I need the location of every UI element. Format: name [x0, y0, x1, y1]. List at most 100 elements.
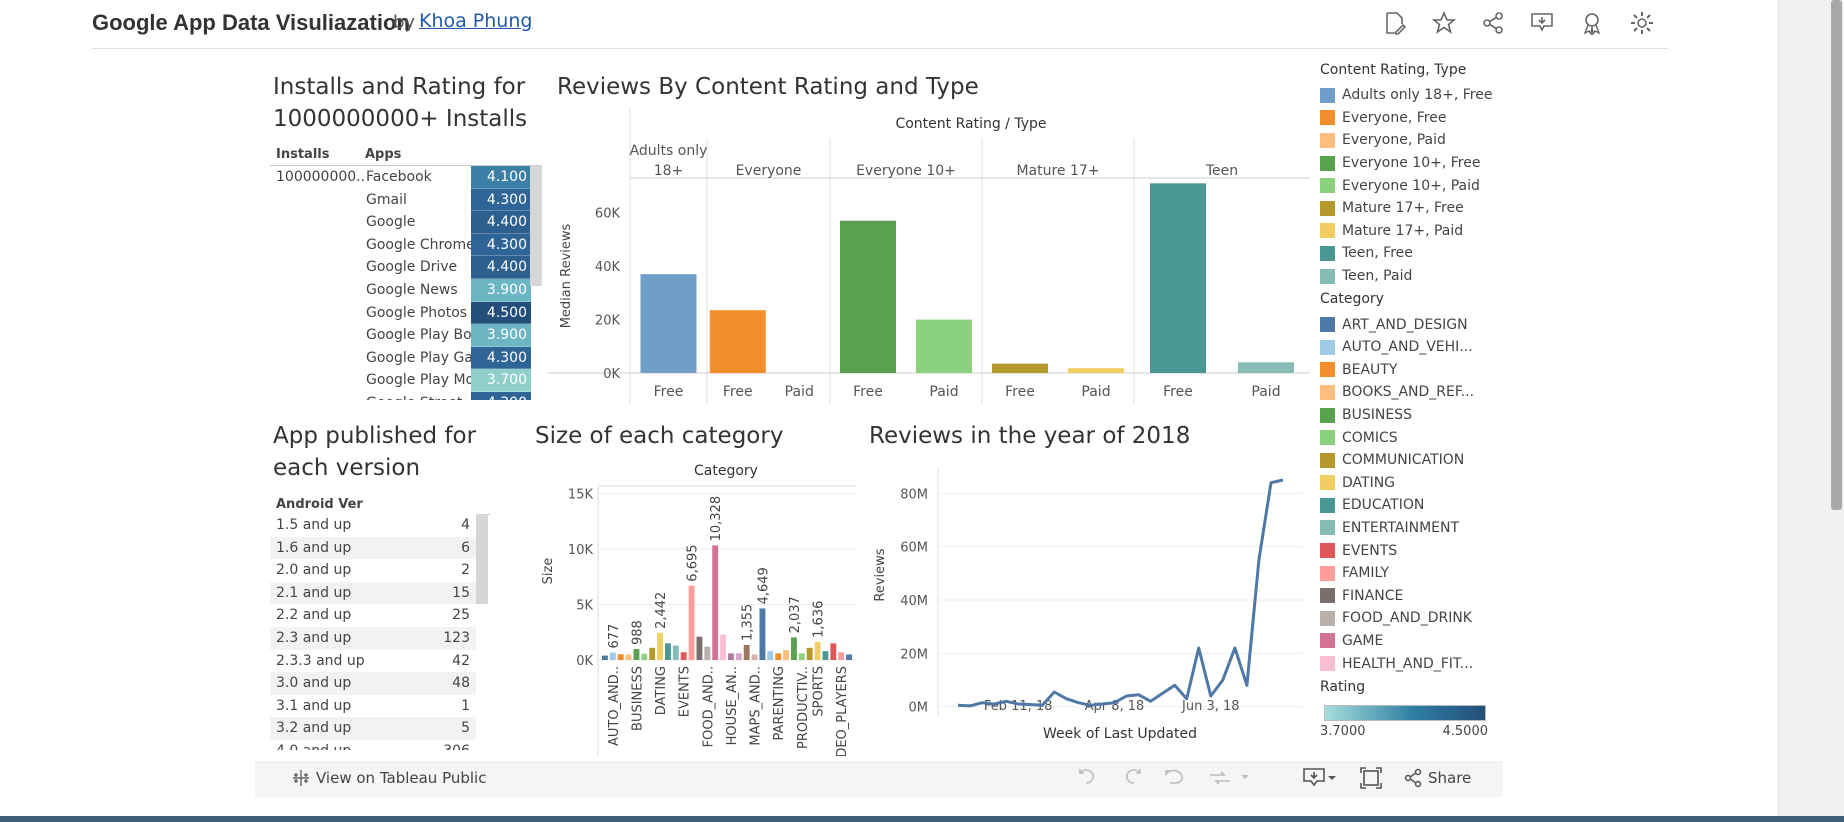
download-dropdown-icon[interactable] — [1327, 773, 1337, 783]
installs-row[interactable]: Gmail 4.300 — [365, 188, 542, 212]
installs-row[interactable]: Google Play Mo..3.700 — [365, 369, 542, 392]
legend-item-category[interactable]: ART_AND_DESIGN — [1320, 313, 1490, 336]
legend-item-content-rating[interactable]: Everyone, Free — [1320, 107, 1490, 130]
legend-item-content-rating[interactable]: Teen, Paid — [1320, 265, 1490, 288]
legend-swatch — [1320, 268, 1335, 284]
installs-table[interactable]: 100000000.. Facebook 4.100 Gmail 4.300 Googl… — [270, 166, 542, 400]
legend-item-category[interactable]: FAMILY — [1320, 562, 1490, 585]
installs-row[interactable]: Google Street..4.300 — [365, 392, 542, 400]
android-count: 1 — [461, 697, 470, 714]
legend-item-category[interactable]: HEALTH_AND_FIT... — [1320, 652, 1490, 675]
legend-panel: Content Rating, Type Adults only 18+, Fr… — [1320, 62, 1492, 739]
legend-item-category[interactable]: COMICS — [1320, 426, 1490, 449]
group-label: Mature 17+ — [1016, 163, 1099, 179]
legend-item-content-rating[interactable]: Mature 17+, Free — [1320, 197, 1490, 220]
android-row[interactable]: 3.1 and up 1 — [270, 694, 476, 718]
legend-swatch — [1320, 362, 1335, 378]
legend-item-content-rating[interactable]: Everyone, Paid — [1320, 129, 1490, 152]
android-row[interactable]: 2.3.3 and up 42 — [270, 649, 476, 673]
android-row[interactable]: 3.2 and up 5 — [270, 717, 476, 740]
rating-cell: 4.300 — [471, 188, 531, 212]
size-chart[interactable]: Category Size 15K 10K 5K 0K 677 AUTO_AND.. 988 BU… — [536, 456, 860, 756]
legend-swatch — [1320, 497, 1335, 513]
undo-icon[interactable] — [1076, 767, 1100, 789]
legend-item-category[interactable]: BEAUTY — [1320, 359, 1490, 382]
bar — [640, 274, 697, 373]
bar — [709, 310, 766, 373]
android-row[interactable]: 2.0 and up 2 — [270, 559, 476, 582]
legend-swatch — [1320, 520, 1335, 536]
scrollbar-thumb[interactable] — [1831, 0, 1842, 510]
download-menu-icon[interactable] — [1302, 767, 1326, 789]
installs-row[interactable]: Google Chrome..4.300 — [365, 233, 542, 257]
app-name: Gmail — [366, 191, 407, 208]
size-bar — [712, 545, 719, 660]
legend-item-category[interactable]: BUSINESS — [1320, 404, 1490, 427]
reviews-line-chart[interactable]: Reviews80M60M40M20M0M Feb 11, 18 Apr 8, 18… — [868, 460, 1308, 750]
android-row[interactable]: 1.6 and up 6 — [270, 536, 476, 560]
redo-icon[interactable] — [1120, 767, 1144, 789]
share-icon[interactable] — [1480, 10, 1506, 36]
fullscreen-icon[interactable] — [1360, 767, 1382, 789]
edit-icon[interactable] — [1382, 10, 1408, 36]
android-row[interactable]: 1.5 and up 4 — [270, 514, 476, 537]
y-tick-label: 20M — [900, 647, 928, 662]
legend-item-content-rating[interactable]: Everyone 10+, Paid — [1320, 174, 1490, 197]
award-icon[interactable] — [1579, 10, 1605, 36]
legend-swatch — [1320, 475, 1335, 491]
legend-item-content-rating[interactable]: Everyone 10+, Free — [1320, 152, 1490, 175]
group-label: Teen — [1205, 163, 1238, 179]
android-row[interactable]: 2.2 and up 25 — [270, 604, 476, 627]
android-scroll-thumb[interactable] — [476, 514, 488, 604]
installs-scroll-thumb[interactable] — [530, 166, 542, 286]
x-tick-label: MAPS_AND.. — [749, 666, 764, 746]
legend-item-category[interactable]: ENTERTAINMENT — [1320, 517, 1490, 540]
legend-item-category[interactable]: FINANCE — [1320, 584, 1490, 607]
pause-dropdown-icon[interactable] — [1240, 772, 1250, 782]
view-on-tableau-link[interactable]: View on Tableau Public — [316, 769, 486, 787]
legend-item-category[interactable]: EVENTS — [1320, 539, 1490, 562]
x-tick-label: Paid — [1251, 384, 1280, 400]
line-title: Reviews in the year of 2018 — [869, 423, 1191, 449]
android-col-header: Android Ver — [276, 497, 363, 512]
bar — [992, 363, 1048, 373]
revert-icon[interactable] — [1164, 767, 1188, 789]
installs-row[interactable]: Google News 3.900 — [365, 279, 542, 302]
size-bar — [806, 647, 813, 660]
legend-label: ART_AND_DESIGN — [1342, 316, 1468, 333]
legend-item-category[interactable]: FOOD_AND_DRINK — [1320, 607, 1490, 630]
installs-row[interactable]: Facebook 4.100 — [365, 166, 542, 189]
size-title: Size of each category — [535, 423, 784, 449]
android-row[interactable]: 4.0 and up 306 — [270, 740, 476, 750]
x-tick-label: Paid — [785, 384, 814, 400]
android-row[interactable]: 2.1 and up 15 — [270, 581, 476, 605]
installs-row[interactable]: Google Play Bo.. 3.900 — [365, 324, 542, 347]
legend-item-content-rating[interactable]: Mature 17+, Paid — [1320, 220, 1490, 243]
installs-row[interactable]: Google Drive 4.400 — [365, 256, 542, 279]
refresh-icon[interactable] — [1208, 767, 1232, 789]
legend-label: Everyone 10+, Paid — [1342, 177, 1480, 194]
android-row[interactable]: 3.0 and up 48 — [270, 672, 476, 695]
share-button[interactable]: Share — [1428, 769, 1471, 787]
share-toolbar-icon[interactable] — [1403, 768, 1423, 788]
legend-item-category[interactable]: BOOKS_AND_REF... — [1320, 381, 1490, 404]
installs-row[interactable]: Google Photos 4.500 — [365, 301, 542, 325]
android-table[interactable]: 1.5 and up 4 1.6 and up 6 2.0 and up 2 2.1 and… — [270, 514, 490, 750]
author-link[interactable]: Khoa Phung — [419, 10, 532, 32]
android-row[interactable]: 2.3 and up 123 — [270, 627, 476, 650]
download-icon[interactable] — [1529, 10, 1555, 36]
legend-item-category[interactable]: GAME — [1320, 630, 1490, 653]
installs-row[interactable]: Google 4.400 — [365, 211, 542, 234]
legend-swatch — [1320, 633, 1335, 649]
legend-item-category[interactable]: DATING — [1320, 472, 1490, 495]
star-icon[interactable] — [1431, 10, 1457, 36]
legend-item-content-rating[interactable]: Teen, Free — [1320, 242, 1490, 265]
installs-row[interactable]: Google Play Ga.. 4.300 — [365, 346, 542, 370]
legend-item-category[interactable]: EDUCATION — [1320, 494, 1490, 517]
legend-item-category[interactable]: COMMUNICATION — [1320, 449, 1490, 472]
reviews-chart[interactable]: Content Rating / Type Median Reviews 60K 40… — [548, 108, 1310, 404]
bar-value-label: 2,037 — [788, 596, 803, 633]
legend-item-content-rating[interactable]: Adults only 18+, Free — [1320, 84, 1492, 107]
legend-item-category[interactable]: AUTO_AND_VEHI... — [1320, 336, 1490, 359]
gear-icon[interactable] — [1629, 10, 1655, 36]
